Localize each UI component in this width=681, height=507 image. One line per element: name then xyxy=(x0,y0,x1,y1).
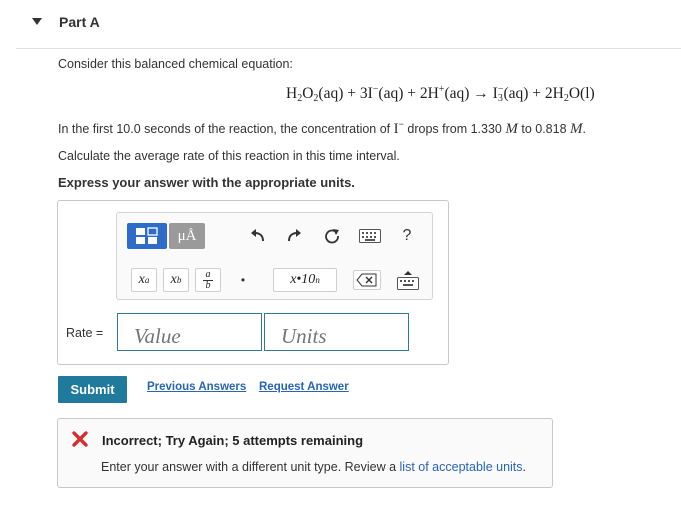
help-button[interactable]: ? xyxy=(397,225,417,247)
acceptable-units-link[interactable]: list of acceptable units xyxy=(400,460,523,474)
redo-icon xyxy=(288,229,301,242)
undo-icon xyxy=(251,229,264,242)
submit-button[interactable]: Submit xyxy=(58,376,127,403)
units-symbols-button[interactable]: μÅ xyxy=(169,223,205,249)
part-title[interactable]: Part A xyxy=(59,14,100,30)
question-instruction: Calculate the average rate of this react… xyxy=(58,149,400,163)
feedback-panel xyxy=(57,418,553,488)
keyboard-toggle-icon xyxy=(397,271,419,290)
backspace-icon xyxy=(356,273,377,287)
superscript-button[interactable]: xa xyxy=(131,268,157,292)
feedback-text: Enter your answer with a different unit … xyxy=(101,460,527,474)
keyboard-button[interactable] xyxy=(358,227,382,245)
templates-button[interactable] xyxy=(127,223,167,249)
multiply-dot-button[interactable]: • xyxy=(231,268,255,292)
fraction-button[interactable]: a b xyxy=(195,268,221,292)
question-intro: Consider this balanced chemical equation… xyxy=(58,57,293,71)
subscript-button[interactable]: xb xyxy=(163,268,189,292)
header-divider xyxy=(16,48,681,49)
undo-button[interactable] xyxy=(247,225,269,247)
reset-icon xyxy=(325,229,339,244)
answer-format-instruction: Express your answer with the appropriate… xyxy=(58,175,355,190)
value-input[interactable] xyxy=(117,313,262,351)
redo-button[interactable] xyxy=(283,225,305,247)
question-concentration-line: In the first 10.0 seconds of the reactio… xyxy=(58,119,587,137)
math-toolbar: μÅ ? xa xb a b • x•10 n xyxy=(116,212,433,300)
backspace-button[interactable] xyxy=(353,270,381,290)
keyboard-toggle-button[interactable] xyxy=(395,269,421,293)
keyboard-icon xyxy=(359,229,381,243)
feedback-title: Incorrect; Try Again; 5 attempts remaini… xyxy=(102,433,364,448)
units-input[interactable] xyxy=(264,313,409,351)
reset-button[interactable] xyxy=(321,225,343,247)
template-grid-icon xyxy=(136,227,158,244)
request-answer-link[interactable]: Request Answer xyxy=(259,381,349,393)
collapse-caret-icon[interactable] xyxy=(32,18,42,25)
rate-label: Rate = xyxy=(66,326,104,340)
incorrect-x-icon xyxy=(72,431,88,447)
previous-answers-link[interactable]: Previous Answers xyxy=(147,381,246,393)
scientific-notation-button[interactable]: x•10 n xyxy=(273,268,337,292)
chemical-equation: H2O2(aq) + 3I−(aq) + 2H+(aq) → I3−(aq) +… xyxy=(286,84,595,104)
